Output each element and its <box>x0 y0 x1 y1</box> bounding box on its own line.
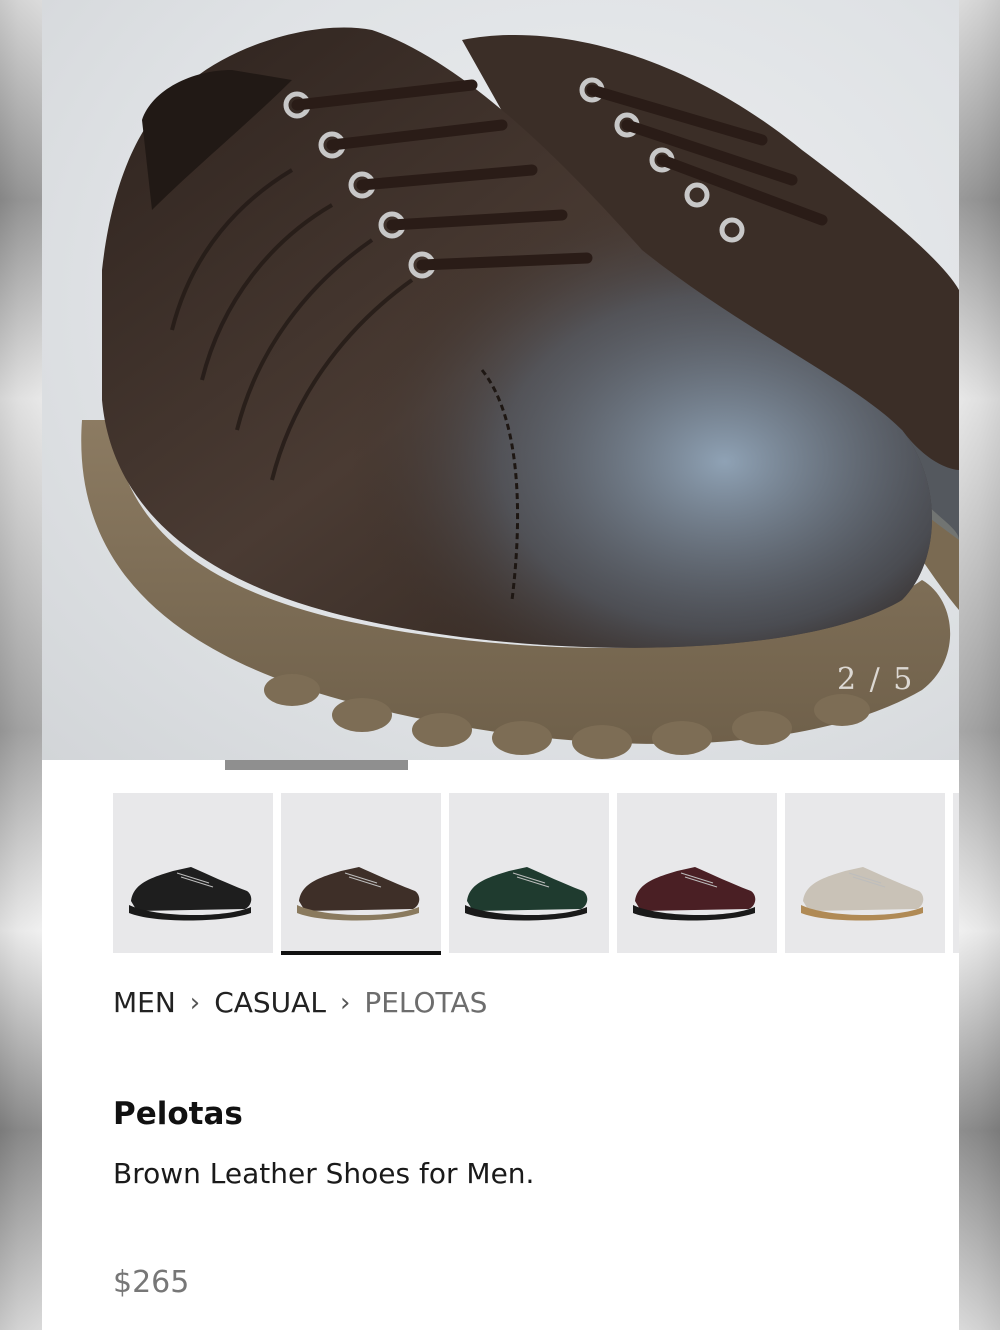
thumbnail-shoe-image <box>465 867 588 921</box>
breadcrumb-separator: › <box>189 987 201 1018</box>
main-shoe-photo <box>81 27 959 759</box>
thumbnail-shoe-image <box>633 867 756 921</box>
breadcrumb-separator: › <box>339 987 351 1018</box>
breadcrumb: MEN › CASUAL › PELOTAS <box>113 986 487 1019</box>
thumbnail-shoe-image <box>297 867 420 921</box>
product-page: 2 / 5 MEN › CASUAL › PELOTAS Pelotas Bro… <box>42 0 959 1330</box>
right-edge-shadow <box>958 0 1000 1330</box>
product-image-gallery[interactable]: 2 / 5 <box>42 0 959 760</box>
thumbnail-burgundy-shoe[interactable] <box>617 793 777 953</box>
breadcrumb-men[interactable]: MEN <box>113 986 176 1019</box>
thumbnail-black-shoe[interactable] <box>113 793 273 953</box>
breadcrumb-pelotas: PELOTAS <box>364 986 488 1019</box>
left-edge-shadow <box>0 0 42 1330</box>
thumbnail-shoe-image <box>129 867 252 921</box>
product-price: $265 <box>113 1265 190 1300</box>
thumbnail-strip <box>113 793 959 955</box>
thumbnail-partial[interactable] <box>953 793 959 953</box>
product-title: Pelotas <box>113 1096 243 1132</box>
thumbnail-brown-shoe[interactable] <box>281 793 441 955</box>
thumbnail-green-shoe[interactable] <box>449 793 609 953</box>
thumbnail-silver-shoe[interactable] <box>785 793 945 953</box>
image-counter: 2 / 5 <box>837 662 915 697</box>
breadcrumb-casual[interactable]: CASUAL <box>214 986 326 1019</box>
gallery-progress-bar <box>42 760 959 770</box>
product-description: Brown Leather Shoes for Men. <box>113 1157 535 1190</box>
thumbnail-shoe-image <box>801 867 924 921</box>
gallery-progress-fill <box>225 760 409 770</box>
